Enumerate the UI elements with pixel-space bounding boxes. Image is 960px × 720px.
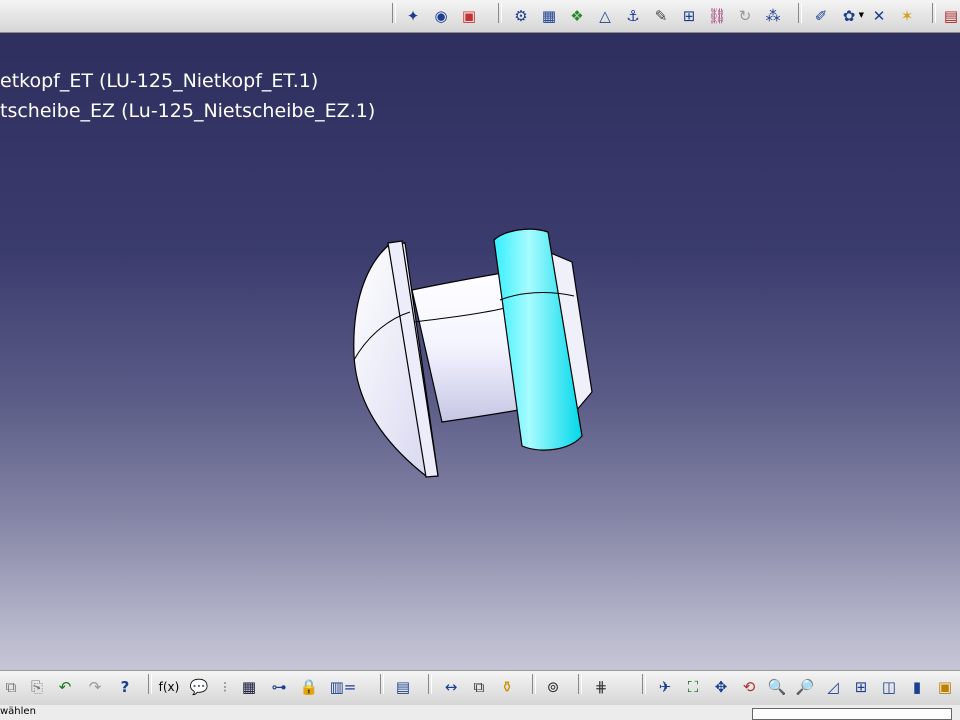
- constraint-icon[interactable]: ⊞: [678, 5, 700, 27]
- bottom-toolbar: ⧉ ⎘ ↶ ↷ ? f(x) 💬 ⁝ ▦ ⊶ 🔒 ▥= ▤ ↔ ⧉ ⚱ ⊚ ⋕ …: [0, 670, 960, 706]
- comment-icon[interactable]: 💬: [188, 676, 210, 698]
- top-toolbar: ✦ ◉ ▣ ⚙ ▦ ❖ △ ⚓ ✎ ⊞ ⛓ ↻ ⁂ ✐ ✿ ▼ ✕ ✶ ▤: [0, 0, 960, 33]
- refresh-icon[interactable]: ⊚: [542, 676, 564, 698]
- knowledge-icon[interactable]: ⁝: [214, 676, 236, 698]
- update-icon[interactable]: ↻: [734, 5, 756, 27]
- measure-between-icon[interactable]: ↔: [440, 676, 462, 698]
- toolbar-separator: [578, 674, 582, 694]
- anchor-icon[interactable]: ⚓: [622, 5, 644, 27]
- whats-this-icon[interactable]: ?: [114, 676, 136, 698]
- hide-show-icon[interactable]: ▣: [934, 676, 956, 698]
- table-icon[interactable]: ▦: [238, 676, 260, 698]
- redo-icon[interactable]: ↷: [84, 676, 106, 698]
- normal-view-icon[interactable]: ◿: [822, 676, 844, 698]
- toolbar-separator: [642, 674, 646, 694]
- pan-icon[interactable]: ✥: [710, 676, 732, 698]
- apply-material-icon[interactable]: ▣: [458, 5, 480, 27]
- zoom-out-icon[interactable]: 🔎: [794, 676, 816, 698]
- status-message: wählen: [0, 706, 36, 717]
- snap-icon[interactable]: ✶: [896, 5, 918, 27]
- toolbar-separator: [932, 3, 936, 23]
- multi-view-icon[interactable]: ⊞: [850, 676, 872, 698]
- toolbar-separator: [532, 674, 536, 694]
- lock-icon[interactable]: 🔒: [298, 676, 320, 698]
- toolbar-separator: [392, 3, 396, 23]
- iso-view-icon[interactable]: ◫: [878, 676, 900, 698]
- part-icon[interactable]: ▦: [538, 5, 560, 27]
- axis-system-icon[interactable]: ⋕: [590, 676, 612, 698]
- link-icon[interactable]: ⛓: [706, 5, 728, 27]
- measure-icon[interactable]: △: [594, 5, 616, 27]
- shading-icon[interactable]: ▮: [906, 676, 928, 698]
- multi-icon[interactable]: ⁂: [762, 5, 784, 27]
- measure-item-icon[interactable]: ⧉: [468, 676, 490, 698]
- undo-icon[interactable]: ↶: [54, 676, 76, 698]
- product-switch-icon[interactable]: ▤: [940, 5, 960, 27]
- toolbar-separator: [428, 674, 432, 694]
- gear-icon[interactable]: ✿ ▼: [838, 5, 864, 27]
- formula-icon[interactable]: f(x): [158, 676, 180, 698]
- parameter-icon[interactable]: ▥=: [328, 676, 358, 698]
- compass-icon[interactable]: ✕: [868, 5, 890, 27]
- pencil-icon[interactable]: ✎: [650, 5, 672, 27]
- catalog-icon[interactable]: ✦: [402, 5, 424, 27]
- tree-icon[interactable]: ⊶: [268, 676, 290, 698]
- copy-icon[interactable]: ⧉: [0, 676, 22, 698]
- fit-all-icon[interactable]: ⛶: [682, 676, 704, 698]
- command-input[interactable]: [752, 708, 952, 720]
- toolbar-separator: [498, 3, 502, 23]
- rotate-icon[interactable]: ⟲: [738, 676, 760, 698]
- toolbar-separator: [380, 674, 384, 694]
- status-bar: wählen: [0, 705, 960, 720]
- rivet-assembly-model[interactable]: [0, 0, 960, 720]
- product-icon[interactable]: ⚙: [510, 5, 532, 27]
- catalog-browser-icon[interactable]: ▤: [392, 676, 414, 698]
- toolbar-separator: [798, 3, 802, 23]
- fly-icon[interactable]: ✈: [654, 676, 676, 698]
- material-icon[interactable]: ◉: [430, 5, 452, 27]
- zoom-in-icon[interactable]: 🔍: [766, 676, 788, 698]
- toolbar-separator: [148, 674, 152, 694]
- sketch-icon[interactable]: ✐: [810, 5, 832, 27]
- mass-icon[interactable]: ⚱: [496, 676, 518, 698]
- paste-icon[interactable]: ⎘: [26, 676, 48, 698]
- component-icon[interactable]: ❖: [566, 5, 588, 27]
